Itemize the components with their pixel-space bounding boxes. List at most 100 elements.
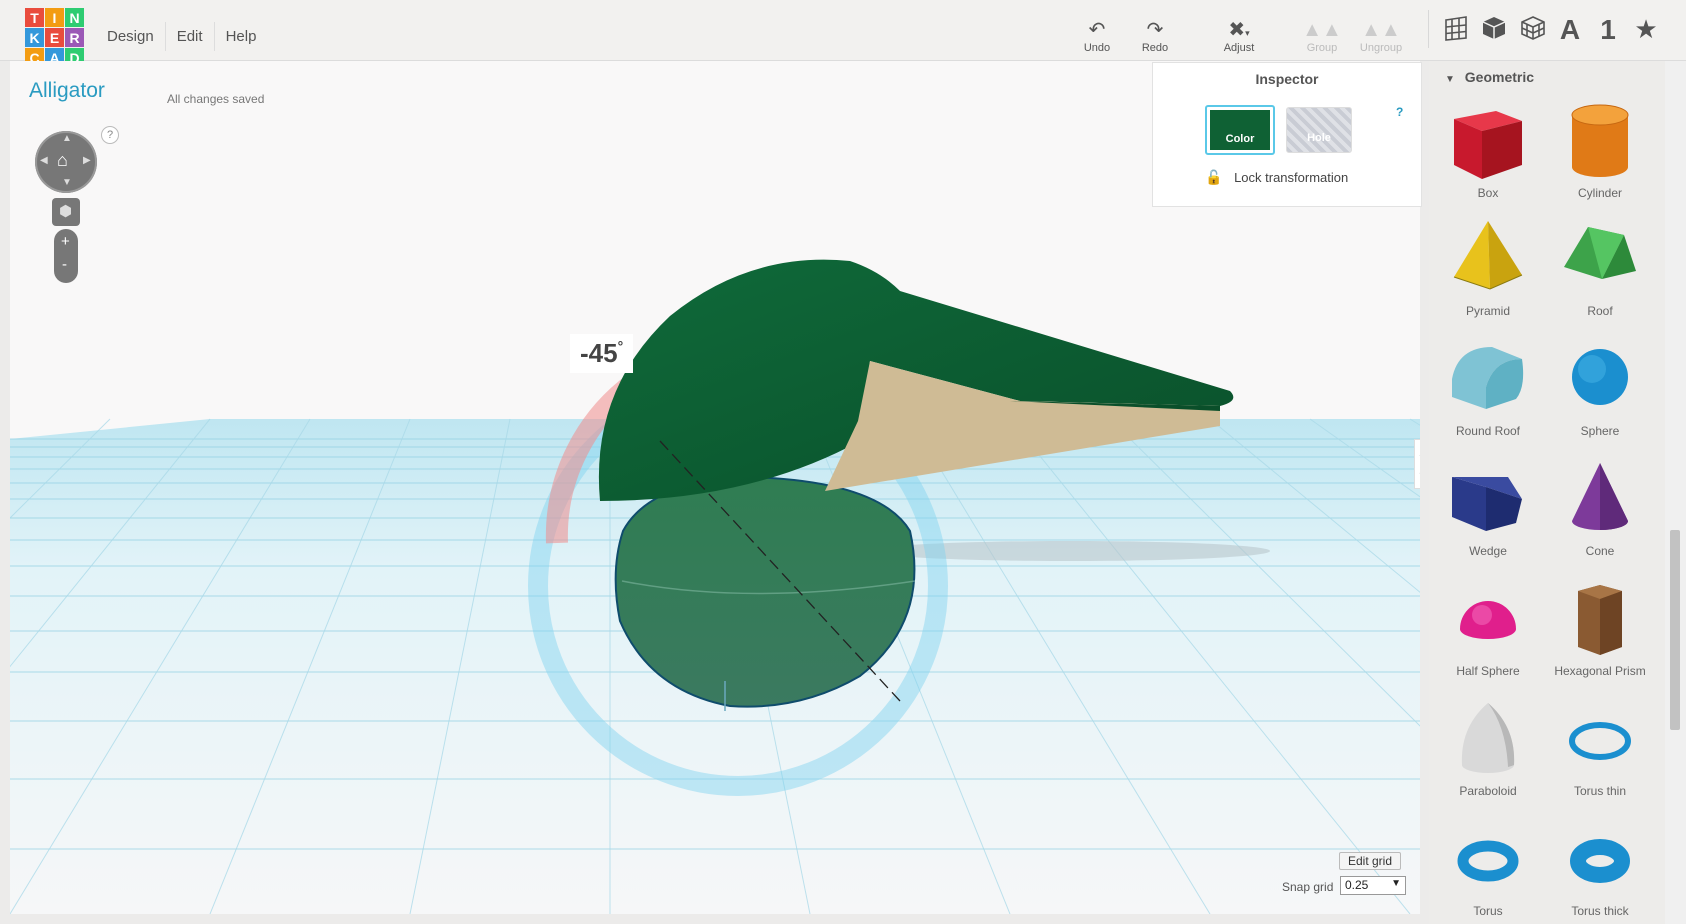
shape-round-roof[interactable]: Round Roof [1432, 337, 1544, 438]
lock-label: Lock transformation [1234, 170, 1349, 185]
menu-design[interactable]: Design [96, 22, 166, 51]
shape-label: Half Sphere [1456, 664, 1520, 678]
snap-grid-label: Snap grid [1282, 880, 1334, 894]
group-label: Group [1306, 42, 1338, 54]
nav-help-button[interactable]: ? [101, 126, 119, 144]
fit-view-button[interactable]: ⬢ [52, 198, 80, 226]
tinkercad-logo[interactable]: T I N K E R C A D [25, 8, 85, 68]
snap-grid-value: 0.25 [1345, 878, 1369, 892]
number-icon: 1 [1600, 14, 1616, 45]
workplane-grid-button[interactable] [1438, 14, 1474, 49]
adjust-button[interactable]: ✖▾ Adjust [1211, 18, 1267, 54]
edit-grid-button[interactable]: Edit grid [1339, 852, 1402, 870]
paraboloid-shape-icon [1461, 703, 1515, 773]
shape-label: Pyramid [1465, 304, 1510, 318]
category-label: Geometric [1464, 69, 1535, 85]
sidebar-scroll-thumb[interactable] [1670, 530, 1680, 730]
star-tool-button[interactable]: ★ [1628, 14, 1664, 45]
pyramid-shape-icon [1453, 221, 1523, 290]
zoom-in-icon[interactable]: + [61, 233, 70, 250]
shape-label: Sphere [1580, 424, 1620, 438]
round-roof-shape-icon [1452, 347, 1524, 409]
shape-label: Torus [1473, 904, 1503, 918]
shape-hexagonal-prism[interactable]: Hexagonal Prism [1544, 577, 1656, 678]
shape-label: Roof [1587, 304, 1613, 318]
shape-cone[interactable]: Cone [1544, 457, 1656, 558]
shape-roof[interactable]: Roof [1544, 217, 1656, 318]
shape-pyramid[interactable]: Pyramid [1432, 217, 1544, 318]
ungroup-button[interactable]: ▲▲ Ungroup [1353, 18, 1409, 54]
collapse-triangle-icon: ▼ [1445, 74, 1455, 85]
toolbar-divider [1428, 10, 1429, 48]
shape-torus-thin[interactable]: Torus thin [1544, 697, 1656, 798]
shape-label: Torus thin [1573, 784, 1627, 798]
box-view-icon [1482, 17, 1506, 39]
shape-paraboloid[interactable]: Paraboloid [1432, 697, 1544, 798]
adjust-icon: ✖▾ [1228, 19, 1250, 41]
shape-wedge[interactable]: Wedge [1432, 457, 1544, 558]
shape-box[interactable]: Box [1432, 97, 1544, 200]
inspector-panel: Inspector ? Color Hole 🔓 Lock transforma… [1152, 62, 1422, 207]
shape-half-sphere[interactable]: Half Sphere [1432, 577, 1544, 678]
shape-label: Box [1477, 186, 1499, 200]
collapse-arrow-icon[interactable]: ❭ [1414, 439, 1420, 489]
inspector-help[interactable]: ? [1396, 105, 1403, 119]
torus-shape-icon [1457, 840, 1519, 882]
sphere-shape-icon [1572, 349, 1628, 405]
rotation-degree-symbol: ° [617, 338, 624, 354]
hole-button[interactable]: Hole [1286, 107, 1352, 153]
menu-edit[interactable]: Edit [166, 22, 215, 51]
sidebar-scrollbar[interactable] [1665, 61, 1686, 924]
box-shape-icon [1454, 111, 1522, 179]
inspector-title: Inspector [1255, 71, 1319, 87]
color-button[interactable]: Color [1205, 105, 1275, 155]
shape-torus-thick[interactable]: Torus thick [1544, 817, 1656, 918]
group-icon: ▲▲ [1302, 19, 1342, 41]
zoom-control: + - [54, 229, 78, 283]
grid-icon [1445, 16, 1467, 41]
shape-torus[interactable]: Torus [1432, 817, 1544, 918]
undo-button[interactable]: ↶ Undo [1069, 18, 1125, 54]
shapes-sidebar: ▼ Geometric Box Cylinder Pyramid Roof Ro… [1429, 61, 1665, 924]
group-button[interactable]: ▲▲ Group [1294, 18, 1350, 54]
number-tool-button[interactable]: 1 [1590, 14, 1626, 46]
category-header[interactable]: ▼ Geometric [1445, 69, 1534, 85]
orbit-right-arrow[interactable]: ▶ [83, 155, 91, 166]
snap-grid-select[interactable]: 0.25 ▼ [1340, 876, 1406, 895]
color-label: Color [1225, 133, 1255, 145]
orbit-down-arrow[interactable]: ▼ [62, 177, 72, 188]
redo-button[interactable]: ↷ Redo [1127, 18, 1183, 54]
shape-sphere[interactable]: Sphere [1544, 337, 1656, 438]
orbit-up-arrow[interactable]: ▲ [62, 133, 72, 144]
shape-label: Cone [1585, 544, 1615, 558]
shape-label: Paraboloid [1459, 784, 1517, 798]
torus-thick-shape-icon [1570, 839, 1630, 883]
logo-letter: E [45, 28, 64, 47]
box-view-button[interactable] [1476, 14, 1512, 49]
menu-help[interactable]: Help [215, 22, 268, 51]
orbit-control[interactable]: ⌂ ▲ ▼ ◀ ▶ [35, 131, 97, 193]
roof-shape-icon [1564, 227, 1636, 279]
undo-icon: ↶ [1088, 19, 1106, 41]
redo-label: Redo [1141, 42, 1169, 54]
cylinder-shape-icon [1571, 104, 1629, 177]
shape-cylinder[interactable]: Cylinder [1544, 97, 1656, 200]
design-title[interactable]: Alligator [29, 79, 105, 103]
ungroup-label: Ungroup [1359, 42, 1403, 54]
save-status: All changes saved [167, 92, 265, 106]
lock-transformation-toggle[interactable]: 🔓 Lock transformation [1205, 169, 1348, 186]
logo-letter: K [25, 28, 44, 47]
shape-label: Round Roof [1455, 424, 1521, 438]
home-icon[interactable]: ⌂ [57, 150, 68, 171]
orbit-left-arrow[interactable]: ◀ [40, 155, 48, 166]
cube-icon: ⬢ [59, 203, 73, 220]
hole-label: Hole [1307, 132, 1331, 144]
main-menu: Design Edit Help [96, 22, 267, 51]
wedge-shape-icon [1452, 477, 1522, 531]
wireframe-view-button[interactable] [1515, 14, 1551, 49]
cone-shape-icon [1572, 463, 1628, 530]
text-tool-button[interactable]: A [1552, 14, 1588, 46]
logo-letter: N [65, 8, 84, 27]
shape-label: Wedge [1469, 544, 1507, 558]
zoom-out-icon[interactable]: - [62, 256, 67, 273]
